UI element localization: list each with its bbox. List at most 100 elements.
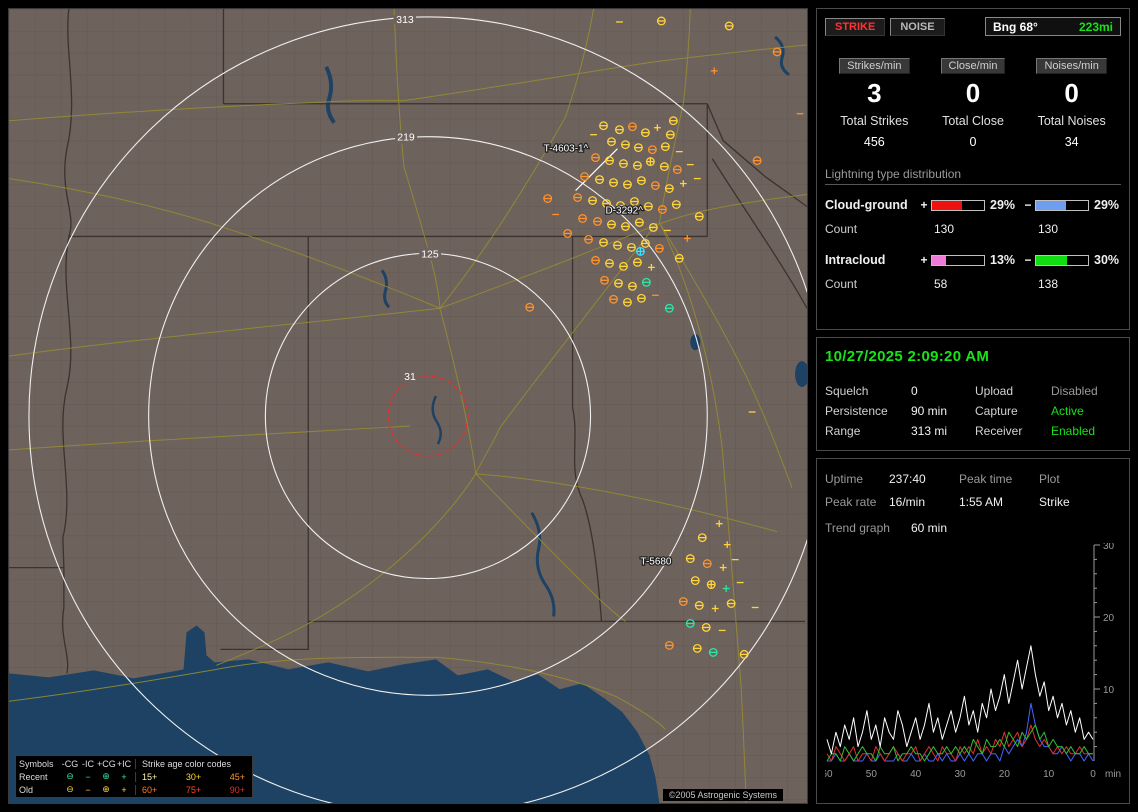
- minus-sign: −: [1024, 253, 1032, 267]
- plus-pct: 13%: [990, 253, 1016, 267]
- legend-symbol-col-header: -IC: [82, 758, 94, 769]
- trend-series-red: [826, 724, 1093, 762]
- setting-label: Capture: [975, 404, 1018, 418]
- trend-window-value: 60 min: [911, 521, 948, 535]
- trend-y-tick-label: 20: [1103, 613, 1115, 624]
- trend-x-tick-label: 10: [1043, 769, 1055, 780]
- distribution-rows: Cloud-ground +29% −29% Count 130 130 Intraclou…: [825, 193, 1121, 296]
- trend-y-tick-label: 30: [1103, 543, 1115, 552]
- total-value: 0: [969, 135, 977, 149]
- legend-age-codes: 60+ 75+ 90+: [135, 784, 249, 795]
- storm-cell-label: T-5680: [640, 557, 671, 568]
- map-canvas[interactable]: 313 219 125 31 T-4603-1^ D-3292^ T-5680: [9, 9, 807, 803]
- settings-row: Persistence 90 min Capture Active: [825, 401, 1121, 421]
- legend-symbols-header: Symbols: [19, 758, 54, 769]
- settings-grid: Squelch 0 Upload Disabled Persistence 90 min C…: [825, 381, 1121, 441]
- uptime-label: Uptime: [825, 471, 864, 486]
- rate-value: 0: [1064, 78, 1079, 108]
- rate-chip-row: Strikes/min Close/min Noises/min: [825, 58, 1121, 74]
- minus-bar: [1035, 254, 1089, 266]
- legend-symbol-col-header: +CG: [97, 758, 116, 769]
- total-cell: Total Noises 34: [1022, 114, 1121, 149]
- setting-label: Upload: [975, 384, 1014, 398]
- peakrate-value: 16/min: [889, 494, 926, 509]
- trend-x-tick-label: 30: [954, 769, 966, 780]
- legend-row-label: Recent: [19, 771, 48, 782]
- minus-bar: [1035, 199, 1089, 211]
- minus-count: 138: [1038, 277, 1059, 291]
- legend-symbol-glyph: ⊖: [66, 771, 74, 781]
- trend-label-row: Trend graph 60 min: [825, 521, 1121, 535]
- trend-x-tick-label: 60: [825, 769, 833, 780]
- type-label: Cloud-ground: [825, 198, 908, 212]
- setting-status-value: Active: [1051, 404, 1084, 418]
- legend-header-row: Symbols -CG -IC +CG +IC Strike age color code…: [19, 757, 249, 770]
- rate-chip[interactable]: Close/min: [940, 58, 1006, 74]
- total-cell: Total Close 0: [924, 114, 1023, 149]
- setting-value: 90 min: [911, 404, 948, 418]
- stats-row-1: Uptime 237:40 Peak time Plot: [825, 467, 1121, 490]
- minus-pct: 29%: [1094, 198, 1120, 212]
- legend-age-code: 15+: [142, 771, 158, 782]
- legend-symbol-glyph: +: [121, 771, 127, 782]
- legend-row: Old ⊖ − ⊕ +60+ 75+ 90+: [19, 783, 249, 796]
- trend-x-tick-label: 20: [999, 769, 1011, 780]
- total-label: Total Strikes: [840, 114, 909, 128]
- setting-status-value: Enabled: [1051, 424, 1096, 438]
- stats-row-2: Peak rate 16/min 1:55 AM Strike: [825, 490, 1121, 513]
- legend-symbol-col-header: +IC: [116, 758, 132, 769]
- strike-stats-box: STRIKE NOISE Bng 68° 223mi Strikes/min Cl…: [816, 8, 1130, 330]
- legend-age-code: 60+: [142, 784, 158, 795]
- plus-count: 130: [934, 222, 955, 236]
- trend-x-tick-label: 0: [1090, 769, 1096, 780]
- ring-label-31: 31: [404, 372, 416, 383]
- legend-symbol-glyph: ⊕: [102, 771, 110, 781]
- plot-label: Plot: [1039, 471, 1060, 486]
- legend-symbol-glyph: −: [85, 784, 91, 795]
- strike-marker-cp: [635, 246, 645, 256]
- legend-symbol-glyph: ⊕: [102, 784, 110, 794]
- total-label: Total Noises: [1037, 114, 1106, 128]
- storm-cell-label: D-3292^: [606, 205, 644, 216]
- plus-sign: +: [920, 253, 928, 267]
- plus-pct: 29%: [990, 198, 1016, 212]
- symbol-legend: Symbols -CG -IC +CG +IC Strike age color code…: [15, 755, 253, 798]
- legend-symbol-glyph: +: [121, 784, 127, 795]
- count-label: Count: [825, 277, 858, 291]
- distribution-header: Lightning type distribution: [825, 167, 1121, 185]
- rate-value: 0: [965, 78, 981, 108]
- strike-toggle-button[interactable]: STRIKE: [825, 17, 886, 36]
- trend-box: Uptime 237:40 Peak time Plot Peak rate 1…: [816, 458, 1130, 804]
- lightning-map-panel[interactable]: 313 219 125 31 T-4603-1^ D-3292^ T-5680 Sy…: [8, 8, 808, 804]
- strike-marker-cp: [645, 157, 655, 167]
- ring-label-313: 313: [396, 15, 414, 26]
- noise-toggle-button[interactable]: NOISE: [890, 17, 945, 36]
- legend-row-label: Old: [19, 784, 34, 795]
- total-value: 34: [1064, 135, 1079, 149]
- legend-symbol-col-header: -CG: [61, 758, 79, 769]
- trend-x-tick-label: 50: [866, 769, 878, 780]
- legend-symbol-glyph: ⊖: [66, 784, 74, 794]
- peaktime-value: 1:55 AM: [959, 494, 1004, 509]
- trend-y-tick-label: 10: [1103, 685, 1115, 696]
- setting-label: Squelch: [825, 384, 869, 398]
- peakrate-label: Peak rate: [825, 494, 877, 509]
- legend-age-code: 45+: [229, 771, 245, 782]
- total-label: Total Close: [942, 114, 1004, 128]
- setting-value: 313 mi: [911, 424, 948, 438]
- lightning-type-block: Intracloud +13% − 30% Count 58 138: [825, 248, 1121, 296]
- copyright-text: ©2005 Astrogenic Systems: [662, 789, 783, 801]
- trend-x-tick-label: 40: [910, 769, 922, 780]
- bearing-display: Bng 68° 223mi: [985, 17, 1121, 36]
- rate-chip[interactable]: Noises/min: [1036, 58, 1107, 74]
- setting-value: 0: [911, 384, 918, 398]
- setting-status-value: Disabled: [1051, 384, 1098, 398]
- plus-bar: [931, 199, 985, 211]
- settings-row: Range 313 mi Receiver Enabled: [825, 421, 1121, 441]
- nexstorm-window: 313 219 125 31 T-4603-1^ D-3292^ T-5680 Sy…: [0, 0, 1138, 812]
- storm-cell-label: T-4603-1^: [544, 144, 589, 155]
- setting-label: Receiver: [975, 424, 1023, 438]
- setting-label: Persistence: [825, 404, 888, 418]
- ring-label-219: 219: [397, 133, 415, 144]
- rate-chip[interactable]: Strikes/min: [839, 58, 910, 74]
